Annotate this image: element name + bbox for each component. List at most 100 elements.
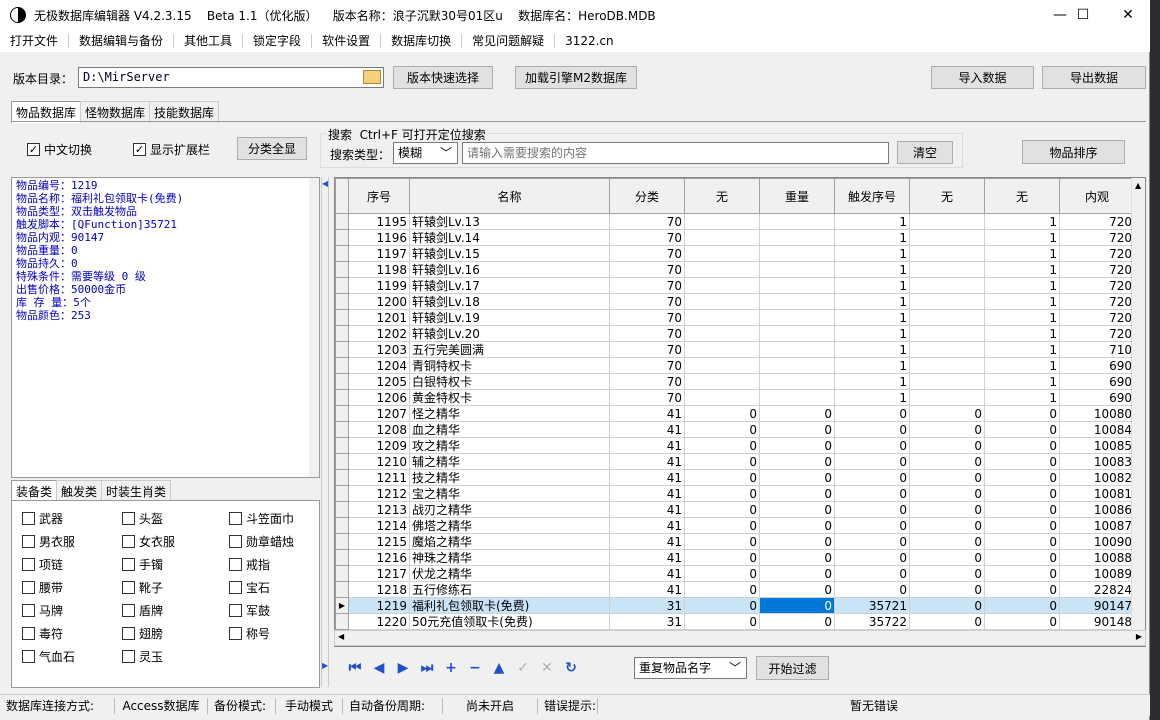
cell-none-2[interactable]: 0 xyxy=(909,501,985,518)
table-row[interactable]: 1206 黄金特权卡 70 1 1 690 xyxy=(335,389,1135,406)
cell-category[interactable]: 41 xyxy=(609,517,685,534)
cell-none-2[interactable] xyxy=(909,293,985,310)
chevron-up-icon[interactable]: ▲ xyxy=(1135,181,1141,190)
category-war-drum[interactable]: 军鼓 xyxy=(229,602,270,619)
panel-splitter[interactable]: ◀ ▶ xyxy=(321,177,329,687)
cell-category[interactable]: 31 xyxy=(609,597,685,614)
cell-none-2[interactable]: 0 xyxy=(909,405,985,422)
row-indicator[interactable] xyxy=(335,229,349,246)
row-indicator[interactable] xyxy=(335,261,349,278)
tab-trigger[interactable]: 触发类 xyxy=(56,480,103,502)
cell-look[interactable]: 720 xyxy=(1059,213,1135,230)
cell-none-1[interactable] xyxy=(684,229,760,246)
table-row[interactable]: 1203 五行完美圆满 70 1 1 710 xyxy=(335,341,1135,358)
cell-none-1[interactable] xyxy=(684,261,760,278)
table-row[interactable]: 1208 血之精华 41 0 0 0 0 0 10084 xyxy=(335,421,1135,438)
cell-none-1[interactable]: 0 xyxy=(684,565,760,582)
table-row[interactable]: 1217 伏龙之精华 41 0 0 0 0 0 10089 xyxy=(335,565,1135,582)
row-indicator[interactable] xyxy=(335,341,349,358)
tab-monsters-db[interactable]: 怪物数据库 xyxy=(80,101,151,123)
cell-none-1[interactable] xyxy=(684,357,760,374)
cell-weight[interactable]: 0 xyxy=(759,533,835,550)
cell-name[interactable]: 辅之精华 xyxy=(409,453,610,470)
cell-none-2[interactable]: 0 xyxy=(909,469,985,486)
cell-look[interactable]: 10089 xyxy=(1059,565,1135,582)
category-shield-badge[interactable]: 盾牌 xyxy=(122,602,163,619)
cell-category[interactable]: 41 xyxy=(609,421,685,438)
cell-name[interactable]: 佛塔之精华 xyxy=(409,517,610,534)
cell-category[interactable]: 70 xyxy=(609,245,685,262)
arrow-left-icon[interactable]: ◀ xyxy=(322,179,328,188)
cell-none-3[interactable]: 1 xyxy=(984,213,1060,230)
cell-look[interactable]: 10081 xyxy=(1059,485,1135,502)
row-indicator[interactable] xyxy=(335,421,349,438)
cell-weight[interactable] xyxy=(759,357,835,374)
cell-trigger-id[interactable]: 0 xyxy=(834,485,910,502)
cell-none-2[interactable]: 0 xyxy=(909,485,985,502)
table-row[interactable]: 1218 五行修练石 41 0 0 0 0 0 22824 xyxy=(335,581,1135,598)
cell-none-3[interactable]: 1 xyxy=(984,229,1060,246)
delete-record-icon[interactable]: − xyxy=(463,658,487,678)
cell-look[interactable]: 690 xyxy=(1059,357,1135,374)
cell-name[interactable]: 50元充值领取卡(免费) xyxy=(409,613,610,630)
cell-look[interactable]: 720 xyxy=(1059,325,1135,342)
cell-category[interactable]: 70 xyxy=(609,229,685,246)
show-ext-checkbox[interactable]: ✓ 显示扩展栏 xyxy=(133,141,210,158)
table-row[interactable]: 1212 宝之精华 41 0 0 0 0 0 10081 xyxy=(335,485,1135,502)
category-bracelet[interactable]: 手镯 xyxy=(122,556,163,573)
cell-none-1[interactable] xyxy=(684,389,760,406)
row-indicator[interactable] xyxy=(335,549,349,566)
row-indicator[interactable] xyxy=(335,437,349,454)
cell-none-1[interactable]: 0 xyxy=(684,613,760,630)
cell-look[interactable]: 10085 xyxy=(1059,437,1135,454)
cell-none-1[interactable] xyxy=(684,277,760,294)
col-header-look[interactable]: 内观 xyxy=(1059,178,1135,214)
cell-trigger-id[interactable]: 0 xyxy=(834,501,910,518)
menu-open-file[interactable]: 打开文件 xyxy=(0,34,70,48)
cell-name[interactable]: 轩辕剑Lv.20 xyxy=(409,325,610,342)
cell-none-3[interactable]: 0 xyxy=(984,485,1060,502)
clear-button[interactable]: 清空 xyxy=(897,141,953,164)
maximize-button[interactable]: ☐ xyxy=(1060,0,1106,30)
row-indicator[interactable] xyxy=(335,325,349,342)
cell-weight[interactable]: 0 xyxy=(759,469,835,486)
cell-trigger-id[interactable]: 1 xyxy=(834,261,910,278)
cell-trigger-id[interactable]: 1 xyxy=(834,373,910,390)
cell-none-2[interactable]: 0 xyxy=(909,581,985,598)
cell-none-3[interactable]: 1 xyxy=(984,357,1060,374)
filter-dropdown[interactable]: 重复物品名字 ﹀ xyxy=(634,657,747,679)
row-indicator[interactable] xyxy=(335,277,349,294)
category-wings[interactable]: 翅膀 xyxy=(122,625,163,642)
close-button[interactable]: ✕ xyxy=(1105,0,1151,30)
cell-weight[interactable] xyxy=(759,389,835,406)
cell-id[interactable]: 1208 xyxy=(348,421,410,438)
cell-name[interactable]: 宝之精华 xyxy=(409,485,610,502)
cell-name[interactable]: 青铜特权卡 xyxy=(409,357,610,374)
cell-none-3[interactable]: 0 xyxy=(984,613,1060,630)
cell-name[interactable]: 五行完美圆满 xyxy=(409,341,610,358)
table-row[interactable]: 1207 怪之精华 41 0 0 0 0 0 10080 xyxy=(335,405,1135,422)
last-record-icon[interactable]: ⏭ xyxy=(415,658,439,678)
cell-look[interactable]: 10082 xyxy=(1059,469,1135,486)
category-hat-mask[interactable]: 斗笠面巾 xyxy=(229,510,294,527)
cell-none-3[interactable]: 0 xyxy=(984,469,1060,486)
cell-name[interactable]: 五行修练石 xyxy=(409,581,610,598)
cell-trigger-id[interactable]: 0 xyxy=(834,533,910,550)
col-header-none-3[interactable]: 无 xyxy=(984,178,1060,214)
category-medal-candle[interactable]: 勋章蜡烛 xyxy=(229,533,294,550)
category-title[interactable]: 称号 xyxy=(229,625,270,642)
cell-name[interactable]: 血之精华 xyxy=(409,421,610,438)
cell-weight[interactable] xyxy=(759,277,835,294)
cell-trigger-id[interactable]: 0 xyxy=(834,453,910,470)
cell-trigger-id[interactable]: 0 xyxy=(834,549,910,566)
cell-trigger-id[interactable]: 0 xyxy=(834,437,910,454)
menu-other-tools[interactable]: 其他工具 xyxy=(174,34,244,48)
cell-look[interactable]: 690 xyxy=(1059,389,1135,406)
tab-fashion-zodiac[interactable]: 时装生肖类 xyxy=(101,480,172,502)
cell-name[interactable]: 伏龙之精华 xyxy=(409,565,610,582)
cell-look[interactable]: 720 xyxy=(1059,309,1135,326)
cell-name[interactable]: 轩辕剑Lv.15 xyxy=(409,245,610,262)
cell-id[interactable]: 1205 xyxy=(348,373,410,390)
row-indicator[interactable] xyxy=(335,613,349,630)
col-header-category[interactable]: 分类 xyxy=(609,178,685,214)
